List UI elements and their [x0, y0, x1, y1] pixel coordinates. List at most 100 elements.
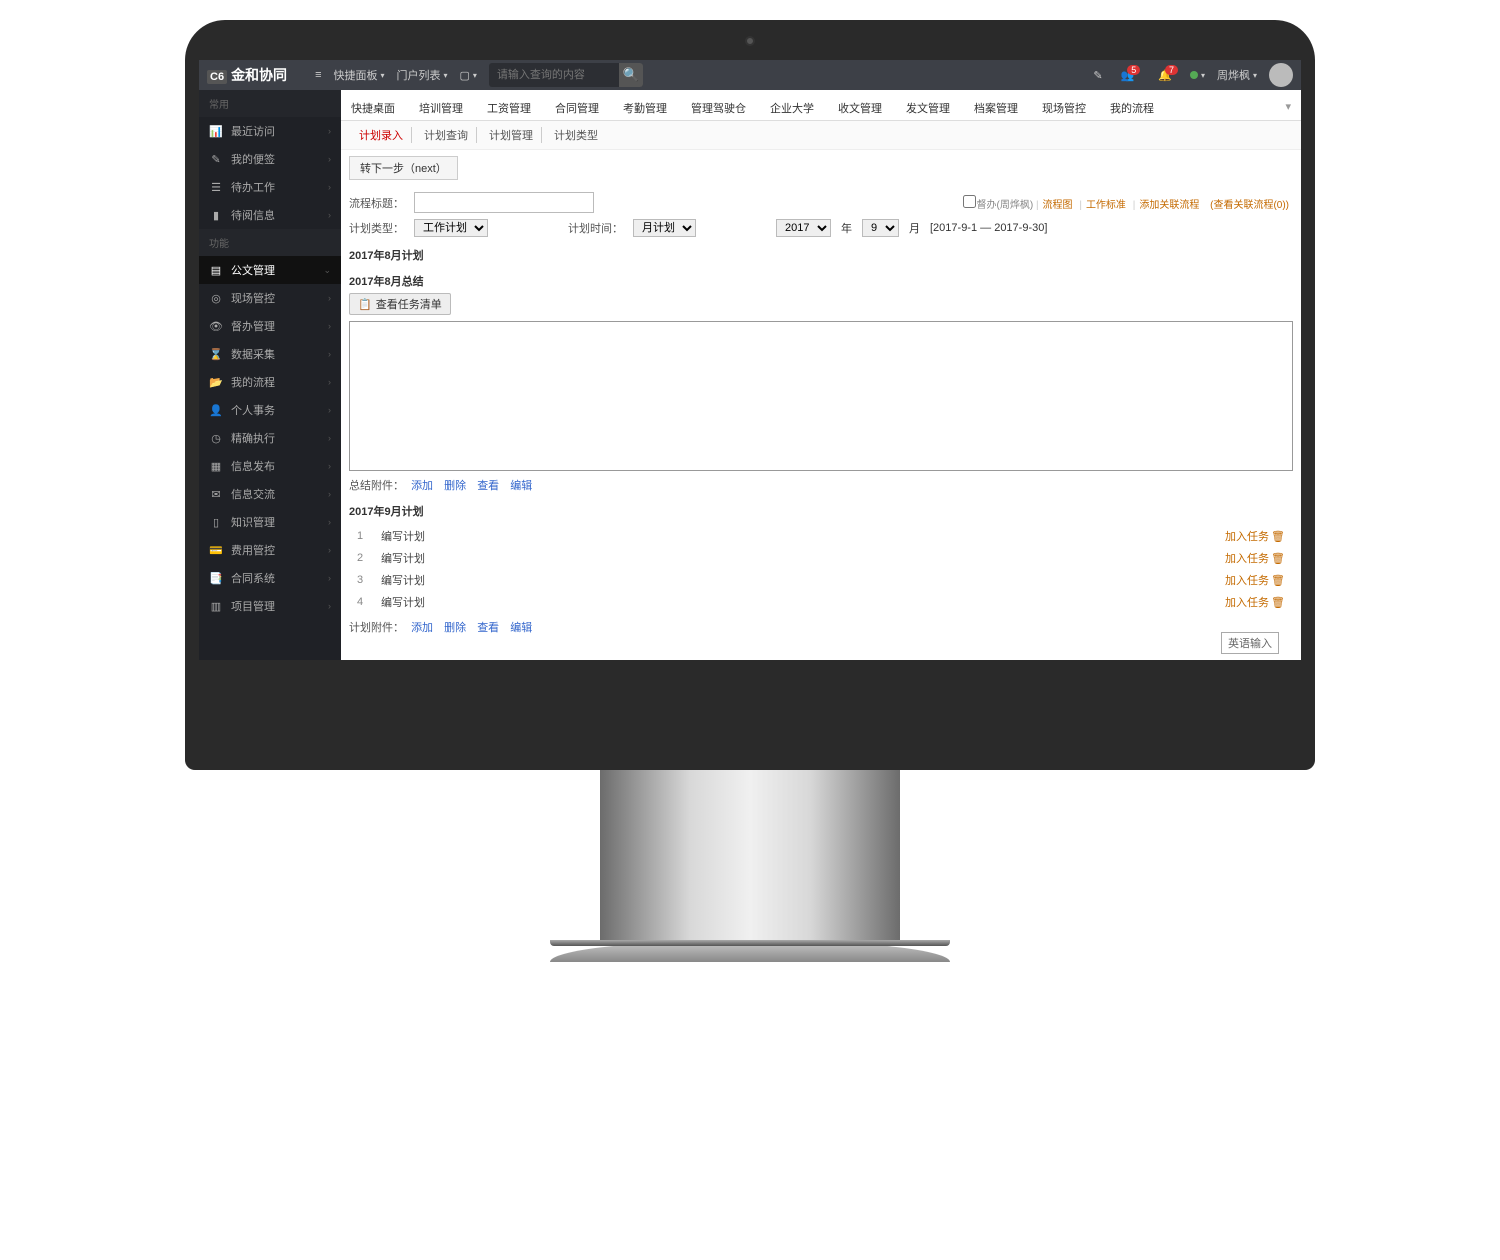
- sidebar-item[interactable]: ▥项目管理›: [199, 592, 341, 620]
- app-tag: C6: [207, 70, 227, 84]
- tab[interactable]: 合同管理: [555, 96, 599, 120]
- sidebar-icon: ✉: [209, 488, 223, 501]
- attach-delete[interactable]: 删除: [444, 480, 466, 492]
- subtab[interactable]: 计划录入: [351, 127, 412, 143]
- plan-type-select[interactable]: 工作计划: [414, 219, 488, 237]
- sidebar-func-header: 功能: [199, 229, 341, 256]
- plan-attach-edit[interactable]: 编辑: [510, 622, 532, 634]
- subtab[interactable]: 计划查询: [416, 127, 477, 143]
- date-range: [2017-9-1 — 2017-9-30]: [930, 222, 1047, 234]
- view-task-list-button[interactable]: 📋查看任务清单: [349, 293, 451, 315]
- monitor-stand-base: [550, 940, 950, 962]
- search-button[interactable]: 🔍: [619, 63, 643, 87]
- trash-icon[interactable]: 🗑: [1271, 596, 1285, 609]
- status-dropdown[interactable]: ▾: [1190, 71, 1205, 80]
- sidebar-item[interactable]: ✉信息交流›: [199, 480, 341, 508]
- task-name: 编写计划: [381, 550, 1225, 566]
- tab[interactable]: 收文管理: [838, 96, 882, 120]
- year-select[interactable]: 2017: [776, 219, 831, 237]
- sidebar-item-label: 精确执行: [231, 430, 275, 446]
- sidebar-item[interactable]: 📑合同系统›: [199, 564, 341, 592]
- flow-title-input[interactable]: [414, 192, 594, 213]
- sidebar-item[interactable]: ◷精确执行›: [199, 424, 341, 452]
- add-task-link[interactable]: 加入任务🗑: [1225, 594, 1285, 610]
- bell-badge: 7: [1165, 65, 1178, 75]
- tab[interactable]: 考勤管理: [623, 96, 667, 120]
- wand-icon[interactable]: ✎: [1093, 69, 1102, 82]
- sidebar-item-label: 现场管控: [231, 290, 275, 306]
- tab[interactable]: 企业大学: [770, 96, 814, 120]
- month-select[interactable]: 9: [862, 219, 899, 237]
- sidebar-item[interactable]: 👁督办管理›: [199, 312, 341, 340]
- chevron-icon: ›: [328, 601, 331, 611]
- plan-attach-add[interactable]: 添加: [411, 622, 433, 634]
- bell-icon[interactable]: 🔔7: [1152, 69, 1178, 82]
- chevron-right-icon: ›: [328, 126, 331, 136]
- sidebar-item[interactable]: 📂我的流程›: [199, 368, 341, 396]
- add-task-link[interactable]: 加入任务🗑: [1225, 572, 1285, 588]
- sidebar-item[interactable]: 💳费用管控›: [199, 536, 341, 564]
- tab[interactable]: 我的流程: [1110, 96, 1154, 120]
- plan-attach-delete[interactable]: 删除: [444, 622, 466, 634]
- next-step-button[interactable]: 转下一步（next）: [349, 156, 458, 180]
- sidebar-item[interactable]: ▮待阅信息›: [199, 201, 341, 229]
- avatar[interactable]: [1269, 63, 1293, 87]
- chevron-icon: ›: [328, 461, 331, 471]
- sidebar-item[interactable]: ⌛数据采集›: [199, 340, 341, 368]
- user-name-dropdown[interactable]: 周烨枫▾: [1217, 67, 1257, 83]
- sidebar-item[interactable]: 📊最近访问›: [199, 117, 341, 145]
- portal-list-dropdown[interactable]: 门户列表▾: [397, 67, 448, 83]
- add-related-flow-link[interactable]: 添加关联流程: [1139, 200, 1199, 211]
- tab[interactable]: 培训管理: [419, 96, 463, 120]
- view-related-flow-link[interactable]: (查看关联流程(0)): [1210, 200, 1289, 211]
- sidebar-item-label: 我的流程: [231, 374, 275, 390]
- subtab[interactable]: 计划类型: [546, 127, 606, 143]
- task-name: 编写计划: [381, 572, 1225, 588]
- task-row: 2编写计划加入任务🗑: [349, 547, 1293, 569]
- search-input[interactable]: [489, 65, 619, 85]
- sidebar-item[interactable]: ▯知识管理›: [199, 508, 341, 536]
- chevron-icon: ⌄: [323, 265, 331, 276]
- sidebar-item[interactable]: ◎现场管控›: [199, 284, 341, 312]
- attach-edit[interactable]: 编辑: [510, 480, 532, 492]
- tab[interactable]: 现场管控: [1042, 96, 1086, 120]
- chevron-icon: ›: [328, 433, 331, 443]
- subtab[interactable]: 计划管理: [481, 127, 542, 143]
- sidebar-item[interactable]: ✎我的便签›: [199, 145, 341, 173]
- quick-panel-dropdown[interactable]: 快捷面板▾: [333, 67, 384, 83]
- tabs-more-icon[interactable]: ▾: [1285, 96, 1291, 120]
- sidebar-toggle-icon[interactable]: ≡: [315, 69, 321, 81]
- plan-attach-view[interactable]: 查看: [477, 622, 499, 634]
- sidebar-icon: ◎: [209, 292, 223, 305]
- ime-indicator[interactable]: 英语输入: [1221, 632, 1279, 654]
- sidebar-item[interactable]: ▦信息发布›: [199, 452, 341, 480]
- summary-textarea[interactable]: [349, 321, 1293, 471]
- add-task-link[interactable]: 加入任务🗑: [1225, 550, 1285, 566]
- users-icon[interactable]: 👥5: [1115, 69, 1141, 82]
- attach-add[interactable]: 添加: [411, 480, 433, 492]
- sidebar-item[interactable]: 👤个人事务›: [199, 396, 341, 424]
- tab[interactable]: 档案管理: [974, 96, 1018, 120]
- tab[interactable]: 快捷桌面: [351, 96, 395, 120]
- summary-attach-label: 总结附件：: [349, 480, 404, 492]
- monitor-bezel: C6金和协同 ≡ 快捷面板▾ 门户列表▾ ▢▾ 🔍 ✎ 👥5 🔔7 ▾ 周烨枫▾: [185, 20, 1315, 770]
- tab[interactable]: 发文管理: [906, 96, 950, 120]
- supervise-checkbox[interactable]: [963, 195, 976, 208]
- trash-icon[interactable]: 🗑: [1271, 530, 1285, 543]
- work-standard-link[interactable]: 工作标准: [1086, 200, 1126, 211]
- task-list: 1编写计划加入任务🗑2编写计划加入任务🗑3编写计划加入任务🗑4编写计划加入任务🗑: [349, 525, 1293, 613]
- add-task-link[interactable]: 加入任务🗑: [1225, 528, 1285, 544]
- plan-time-select[interactable]: 月计划: [633, 219, 696, 237]
- plan-type-label: 计划类型：: [349, 220, 404, 236]
- tab[interactable]: 工资管理: [487, 96, 531, 120]
- device-dropdown[interactable]: ▢▾: [460, 69, 477, 82]
- trash-icon[interactable]: 🗑: [1271, 574, 1285, 587]
- trash-icon[interactable]: 🗑: [1271, 552, 1285, 565]
- attach-view[interactable]: 查看: [477, 480, 499, 492]
- sidebar-item[interactable]: ▤公文管理⌄: [199, 256, 341, 284]
- tasklist-icon: 📋: [358, 298, 372, 311]
- tab[interactable]: 管理驾驶仓: [691, 96, 746, 120]
- sidebar-item[interactable]: ☰待办工作›: [199, 173, 341, 201]
- users-badge: 5: [1127, 65, 1140, 75]
- flow-chart-link[interactable]: 流程图: [1043, 200, 1073, 211]
